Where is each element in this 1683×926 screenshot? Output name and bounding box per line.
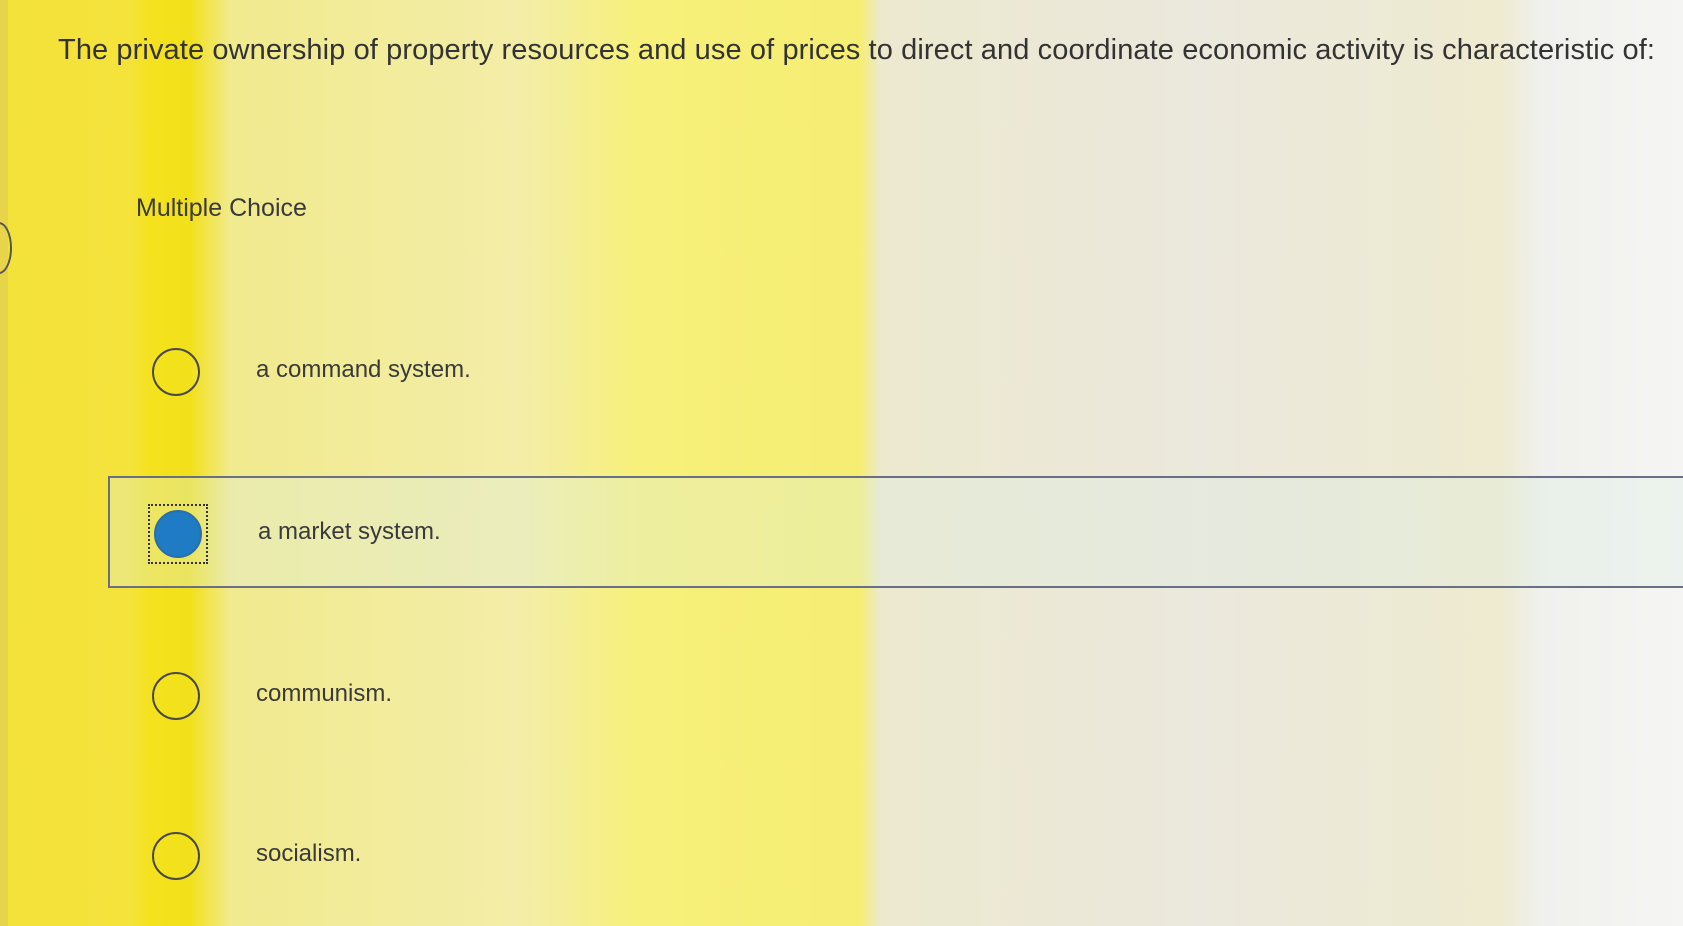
choice-option-4[interactable]: socialism. [108, 800, 1683, 912]
choice-label: a command system. [256, 356, 471, 383]
screen-edge [0, 0, 8, 926]
choice-option-1[interactable]: a command system. [108, 316, 1683, 428]
choice-label: a market system. [258, 518, 441, 545]
choice-label: socialism. [256, 840, 362, 867]
choice-option-2[interactable]: a market system. [108, 476, 1683, 588]
choice-option-3[interactable]: communism. [108, 640, 1683, 752]
question-type-label: Multiple Choice [136, 194, 307, 222]
radio-button-selected[interactable] [154, 510, 202, 558]
choice-label: communism. [256, 680, 393, 707]
radio-button[interactable] [152, 672, 200, 720]
radio-button[interactable] [152, 348, 200, 396]
edge-handle [0, 222, 12, 274]
question-prompt: The private ownership of property resour… [58, 34, 1656, 66]
radio-button[interactable] [152, 832, 200, 880]
